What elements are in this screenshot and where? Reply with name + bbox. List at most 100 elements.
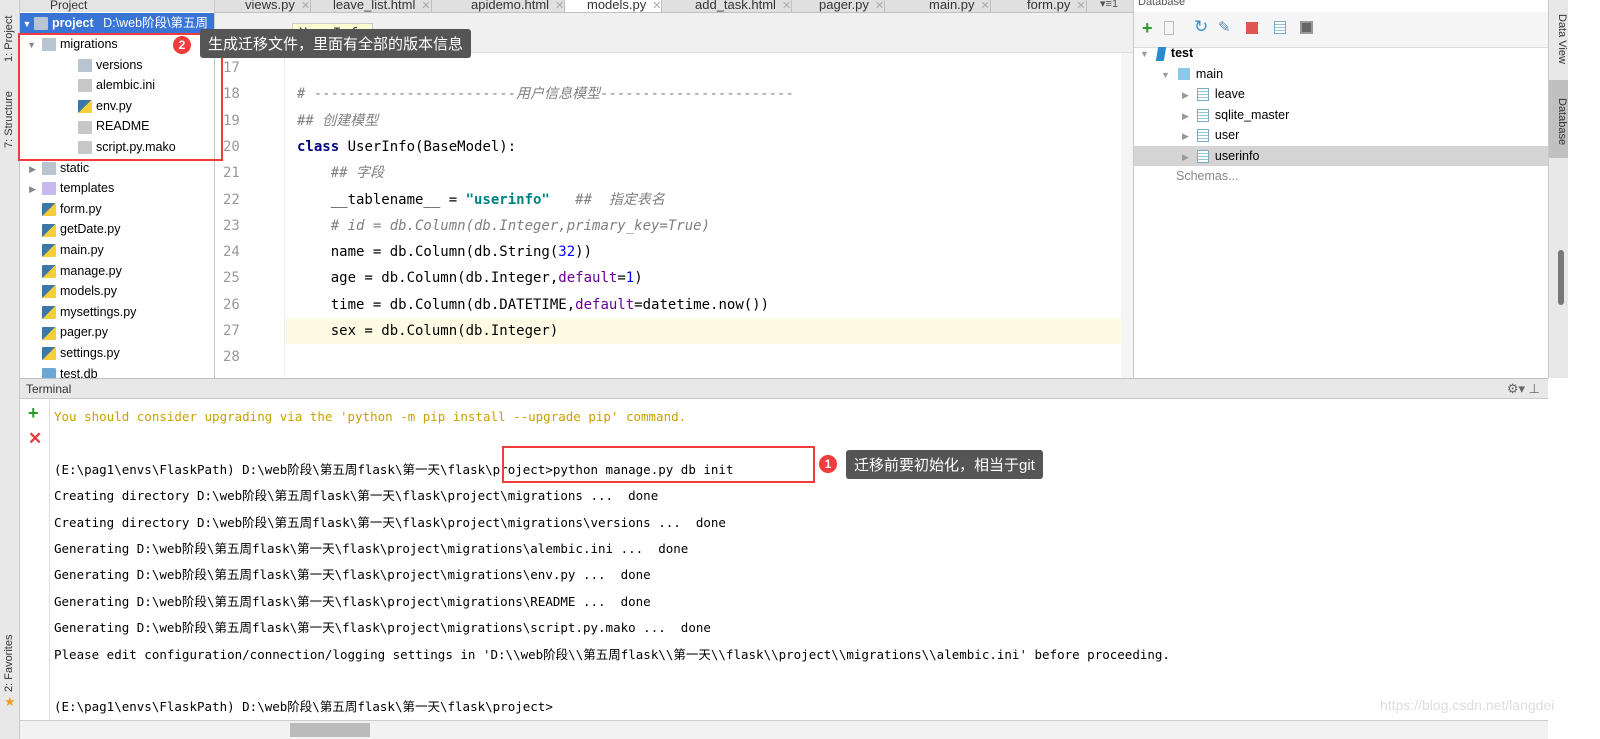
expand-arrow-icon[interactable]: ▼ — [1140, 49, 1149, 59]
tree-item[interactable]: getDate.py — [20, 219, 214, 239]
close-tab-icon[interactable]: ✕ — [652, 0, 661, 12]
db-tree-item[interactable]: ▶ sqlite_master — [1134, 105, 1548, 125]
stop-icon[interactable] — [1246, 22, 1258, 34]
tree-item[interactable]: pager.py — [20, 322, 214, 342]
editor-tab[interactable]: add_task.html ✕ — [673, 0, 793, 12]
py-file-icon — [42, 244, 56, 258]
tree-item-label: getDate.py — [60, 222, 121, 237]
py-file-icon — [42, 347, 56, 361]
tree-item-label: static — [60, 160, 90, 175]
expand-arrow-icon[interactable]: ▶ — [1182, 131, 1189, 141]
database-tool-tab[interactable]: Database — [1549, 80, 1568, 158]
data-view-tool-tab[interactable]: Data View — [1549, 0, 1568, 72]
db-item-label: sqlite_master — [1214, 107, 1290, 122]
editor-tab-bar: views.py ✕ leave_list.html ✕ apidemo.html ✕ mo… — [215, 0, 1133, 13]
db-tree-item[interactable]: ▶ leave — [1134, 84, 1548, 104]
structure-tool-tab[interactable]: 7: Structure — [3, 82, 15, 148]
annotation-box-migrations — [18, 33, 223, 161]
close-tab-icon[interactable]: ✕ — [421, 0, 430, 12]
expand-arrow-icon[interactable]: ▶ — [1182, 111, 1189, 121]
close-terminal-icon[interactable]: ✕ — [28, 429, 42, 449]
editor-tab[interactable]: pager.py ✕ — [797, 0, 886, 12]
tree-item[interactable]: ▶ templates — [20, 178, 214, 199]
table-icon — [1196, 88, 1209, 102]
tree-item[interactable]: form.py — [20, 199, 214, 219]
left-tool-strip: 1: Project 7: Structure 2: Favorites ★ — [0, 0, 20, 739]
right-tool-strip: Data View Database — [1548, 0, 1568, 378]
terminal-side-toolbar: + ✕ — [20, 399, 50, 729]
py-file-icon — [42, 223, 56, 237]
datasource-icon — [1155, 46, 1167, 61]
code-line[interactable]: time = db.Column(db.DATETIME,default=dat… — [297, 292, 769, 318]
settings-wrench-icon[interactable]: ✎ — [1218, 18, 1231, 36]
refresh-icon[interactable]: ↻ — [1194, 17, 1208, 37]
tree-item[interactable]: settings.py — [20, 343, 214, 363]
table-view-icon[interactable] — [1274, 21, 1286, 34]
editor-tab[interactable]: apidemo.html ✕ — [449, 0, 566, 12]
tree-item-label: test.db — [60, 366, 98, 378]
code-line[interactable]: # id = db.Column(db.Integer,primary_key=… — [297, 213, 710, 239]
code-editor[interactable]: 17 18 # ------------------------用户信息模型----… — [215, 53, 1133, 378]
terminal-title: Terminal — [20, 379, 1548, 399]
db-tree-item[interactable]: ▶ user — [1134, 125, 1548, 145]
db-tree-item[interactable]: ▶ userinfo — [1134, 145, 1548, 166]
folder-file-icon — [42, 161, 56, 175]
expand-arrow-icon[interactable]: ▶ — [20, 179, 42, 199]
tree-item[interactable]: test.db — [20, 364, 214, 378]
expand-arrow-icon[interactable]: ▶ — [20, 159, 42, 179]
close-tab-icon[interactable]: ✕ — [981, 0, 990, 12]
copy-icon[interactable] — [1164, 21, 1174, 35]
code-line[interactable]: age = db.Column(db.Integer,default=1) — [297, 265, 643, 291]
favorites-tool-tab[interactable]: 2: Favorites — [3, 630, 15, 692]
editor-tab[interactable]: models.py ✕ — [565, 0, 663, 12]
code-line[interactable]: __tablename__ = "userinfo" ## 指定表名 — [297, 187, 665, 213]
expand-arrow-icon[interactable]: ▶ — [1182, 152, 1189, 162]
editor-scrollbar[interactable] — [1121, 53, 1133, 378]
line-number: 20 — [223, 138, 240, 155]
code-line[interactable]: sex = db.Column(db.Integer) — [297, 318, 559, 344]
tab-label: main.py — [929, 0, 975, 12]
close-tab-icon[interactable]: ✕ — [1076, 0, 1085, 12]
close-tab-icon[interactable]: ✕ — [555, 0, 564, 12]
db-tree-item[interactable]: ▼ test — [1134, 43, 1548, 63]
tree-root-project[interactable]: ▼ project D:\web阶段\第五周 — [20, 13, 214, 33]
tree-item[interactable]: main.py — [20, 240, 214, 260]
code-line[interactable]: name = db.Column(db.String(32)) — [297, 239, 592, 265]
scrollbar-thumb[interactable] — [290, 723, 370, 737]
expand-arrow-icon[interactable]: ▼ — [1161, 70, 1170, 80]
editor-tab[interactable]: main.py ✕ — [907, 0, 991, 12]
expand-arrow-icon[interactable]: ▶ — [1182, 90, 1189, 100]
new-terminal-icon[interactable]: + — [28, 403, 39, 424]
schemas-link[interactable]: Schemas... — [1176, 166, 1239, 186]
code-line[interactable]: ## 创建模型 — [297, 108, 378, 134]
close-tab-icon[interactable]: ✕ — [875, 0, 884, 12]
close-tab-icon[interactable]: ✕ — [782, 0, 791, 12]
line-number: 19 — [223, 112, 240, 129]
schema-icon — [1177, 68, 1190, 81]
editor-tab[interactable]: leave_list.html ✕ — [311, 0, 432, 12]
tree-item[interactable]: mysettings.py — [20, 302, 214, 322]
code-line[interactable]: class UserInfo(BaseModel): — [297, 134, 516, 160]
tab-label: pager.py — [819, 0, 869, 12]
terminal-horizontal-scrollbar[interactable] — [20, 720, 1548, 739]
tree-item-label: models.py — [60, 284, 117, 299]
add-icon[interactable]: + — [1142, 18, 1153, 39]
tree-item[interactable]: models.py — [20, 281, 214, 301]
tree-item[interactable]: manage.py — [20, 261, 214, 281]
terminal-settings-icon[interactable]: ⚙▾ ⊥ — [1507, 381, 1540, 397]
editor-tab[interactable]: form.py ✕ — [1005, 0, 1087, 12]
code-line[interactable]: # ------------------------用户信息模型--------… — [297, 81, 794, 107]
line-number: 18 — [223, 86, 240, 103]
sql-console-icon[interactable] — [1300, 21, 1313, 34]
db-tree-item[interactable]: ▼ main — [1134, 64, 1548, 84]
code-line[interactable]: ## 字段 — [297, 160, 384, 186]
editor-tab[interactable]: views.py ✕ — [223, 0, 312, 12]
project-tool-tab[interactable]: 1: Project — [3, 0, 15, 62]
page-scrollbar-thumb[interactable] — [1558, 250, 1564, 305]
tabs-overflow-button[interactable]: ▾≡1 — [1100, 0, 1118, 10]
terminal-line: Creating directory D:\web阶段\第五周flask\第一天… — [54, 488, 659, 504]
close-tab-icon[interactable]: ✕ — [301, 0, 310, 12]
database-panel: Database + ↻ ✎ ▼ test ▼ main ▶ leave ▶ sqlite_m… — [1133, 0, 1548, 378]
annotation-box-command — [502, 446, 815, 483]
database-panel-title: Database — [1138, 0, 1186, 8]
